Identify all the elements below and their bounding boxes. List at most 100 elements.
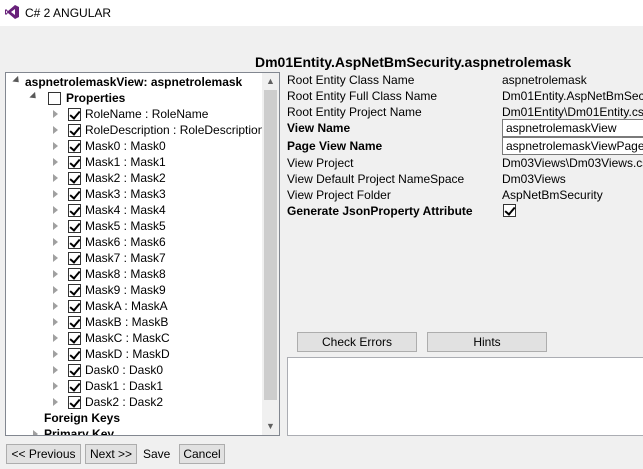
tree-item-label: MaskB : MaskB bbox=[85, 315, 169, 329]
expand-closed-icon[interactable] bbox=[53, 110, 58, 118]
generate-json-property-label: Generate JsonProperty Attribute bbox=[287, 204, 473, 218]
expand-closed-icon[interactable] bbox=[53, 302, 58, 310]
tree-item-checkbox[interactable] bbox=[68, 140, 81, 153]
tree-item-label: Mask5 : Mask5 bbox=[85, 219, 166, 233]
tree-item-checkbox[interactable] bbox=[68, 204, 81, 217]
visual-studio-icon bbox=[5, 5, 19, 19]
expand-closed-icon[interactable] bbox=[53, 366, 58, 374]
tree-item-label: RoleName : RoleName bbox=[85, 107, 209, 121]
expand-closed-icon[interactable] bbox=[53, 318, 58, 326]
entity-heading: Dm01Entity.AspNetBmSecurity.aspnetrolema… bbox=[255, 54, 572, 70]
root-entity-project-name-label: Root Entity Project Name bbox=[287, 105, 422, 119]
scroll-up-icon[interactable]: ▲ bbox=[266, 77, 275, 86]
tree-item-checkbox[interactable] bbox=[68, 236, 81, 249]
properties-label: Properties bbox=[66, 91, 126, 105]
expand-closed-icon[interactable] bbox=[53, 206, 58, 214]
properties-checkbox[interactable] bbox=[48, 92, 61, 105]
tree-item-label: Mask9 : Mask9 bbox=[85, 283, 166, 297]
root-entity-class-name-value: aspnetrolemask bbox=[502, 73, 587, 87]
tree-item-label: Mask2 : Mask2 bbox=[85, 171, 166, 185]
tree-item-label: MaskD : MaskD bbox=[85, 347, 170, 361]
tree-item-checkbox[interactable] bbox=[68, 284, 81, 297]
tree-item-checkbox[interactable] bbox=[68, 380, 81, 393]
expand-closed-icon[interactable] bbox=[53, 238, 58, 246]
tree-vertical-scrollbar[interactable]: ▲ ▼ bbox=[262, 73, 279, 435]
expand-open-icon[interactable] bbox=[29, 91, 39, 102]
expand-closed-icon[interactable] bbox=[53, 286, 58, 294]
expand-closed-icon[interactable] bbox=[33, 430, 38, 435]
view-name-label: View Name bbox=[287, 121, 351, 135]
tree-item-label: Mask1 : Mask1 bbox=[85, 155, 166, 169]
tree-item-label: Mask6 : Mask6 bbox=[85, 235, 166, 249]
tree-item-checkbox[interactable] bbox=[68, 364, 81, 377]
expand-closed-icon[interactable] bbox=[53, 142, 58, 150]
view-default-namespace-label: View Default Project NameSpace bbox=[287, 172, 465, 186]
tree-item-checkbox[interactable] bbox=[68, 124, 81, 137]
expand-closed-icon[interactable] bbox=[53, 398, 58, 406]
window-title: C# 2 ANGULAR bbox=[25, 6, 112, 20]
root-entity-full-class-name-label: Root Entity Full Class Name bbox=[287, 89, 438, 103]
expand-closed-icon[interactable] bbox=[53, 174, 58, 182]
hints-button[interactable]: Hints bbox=[427, 332, 547, 352]
tree-item-label: Mask0 : Mask0 bbox=[85, 139, 166, 153]
tree-item-checkbox[interactable] bbox=[68, 108, 81, 121]
tree-content: aspnetrolemaskView: aspnetrolemask Prope… bbox=[6, 73, 263, 435]
expand-open-icon[interactable] bbox=[12, 75, 22, 86]
expand-closed-icon[interactable] bbox=[53, 254, 58, 262]
expand-closed-icon[interactable] bbox=[53, 158, 58, 166]
root-entity-project-name-value: Dm01Entity\Dm01Entity.csproj bbox=[502, 105, 643, 119]
tree-item-checkbox[interactable] bbox=[68, 252, 81, 265]
tree-item-checkbox[interactable] bbox=[68, 220, 81, 233]
tree-item-checkbox[interactable] bbox=[68, 300, 81, 313]
page-view-name-input[interactable]: aspnetrolemaskViewPage bbox=[502, 137, 643, 155]
tree-item-label: Dask0 : Dask0 bbox=[85, 363, 164, 377]
tree-item-checkbox[interactable] bbox=[68, 332, 81, 345]
tree-item-label: Dask2 : Dask2 bbox=[85, 395, 164, 409]
tree-item-label: Mask4 : Mask4 bbox=[85, 203, 166, 217]
scroll-down-icon[interactable]: ▼ bbox=[266, 422, 275, 431]
cancel-button[interactable]: Cancel bbox=[179, 444, 225, 464]
scrollbar-thumb[interactable] bbox=[264, 90, 277, 400]
expand-closed-icon[interactable] bbox=[53, 334, 58, 342]
root-entity-full-class-name-value: Dm01Entity.AspNetBmSecurity.aspnetrolema… bbox=[502, 89, 643, 103]
expand-closed-icon[interactable] bbox=[53, 126, 58, 134]
view-default-namespace-value: Dm03Views bbox=[502, 172, 566, 186]
tree-item-checkbox[interactable] bbox=[68, 156, 81, 169]
tree-item-label: Dask1 : Dask1 bbox=[85, 379, 164, 393]
title-bar: C# 2 ANGULAR bbox=[0, 0, 643, 26]
generate-json-property-checkbox[interactable] bbox=[503, 204, 516, 217]
tree-item-label: Mask7 : Mask7 bbox=[85, 251, 166, 265]
tree-root-label: aspnetrolemaskView: aspnetrolemask bbox=[25, 75, 243, 89]
tree-item-label: Mask8 : Mask8 bbox=[85, 267, 166, 281]
view-project-folder-value: AspNetBmSecurity bbox=[502, 188, 603, 202]
tree-item-checkbox[interactable] bbox=[68, 172, 81, 185]
view-project-value: Dm03Views\Dm03Views.csproj bbox=[502, 156, 643, 170]
expand-closed-icon[interactable] bbox=[53, 270, 58, 278]
view-name-input[interactable]: aspnetrolemaskView bbox=[502, 119, 643, 137]
previous-button[interactable]: << Previous bbox=[6, 444, 81, 464]
tree-item-checkbox[interactable] bbox=[68, 316, 81, 329]
page-view-name-label: Page View Name bbox=[287, 139, 383, 153]
view-project-label: View Project bbox=[287, 156, 354, 170]
view-project-folder-label: View Project Folder bbox=[287, 188, 391, 202]
tree-item-checkbox[interactable] bbox=[68, 188, 81, 201]
expand-closed-icon[interactable] bbox=[53, 350, 58, 358]
tree-item-checkbox[interactable] bbox=[68, 268, 81, 281]
foreign-keys-label: Foreign Keys bbox=[44, 411, 121, 425]
expand-closed-icon[interactable] bbox=[53, 382, 58, 390]
next-button[interactable]: Next >> bbox=[85, 444, 137, 464]
expand-closed-icon[interactable] bbox=[53, 190, 58, 198]
messages-textbox[interactable] bbox=[287, 357, 643, 436]
tree-item-label: RoleDescription : RoleDescription bbox=[85, 123, 263, 137]
tree-item-checkbox[interactable] bbox=[68, 396, 81, 409]
primary-key-label: Primary Key bbox=[44, 427, 115, 435]
root-entity-class-name-label: Root Entity Class Name bbox=[287, 73, 415, 87]
expand-closed-icon[interactable] bbox=[53, 222, 58, 230]
check-errors-button[interactable]: Check Errors bbox=[297, 332, 417, 352]
tree-item-checkbox[interactable] bbox=[68, 348, 81, 361]
tree-view[interactable]: aspnetrolemaskView: aspnetrolemask Prope… bbox=[5, 72, 280, 436]
tree-item-label: MaskA : MaskA bbox=[85, 299, 168, 313]
tree-item-label: MaskC : MaskC bbox=[85, 331, 170, 345]
tree-item-label: Mask3 : Mask3 bbox=[85, 187, 166, 201]
save-link[interactable]: Save bbox=[143, 447, 170, 461]
